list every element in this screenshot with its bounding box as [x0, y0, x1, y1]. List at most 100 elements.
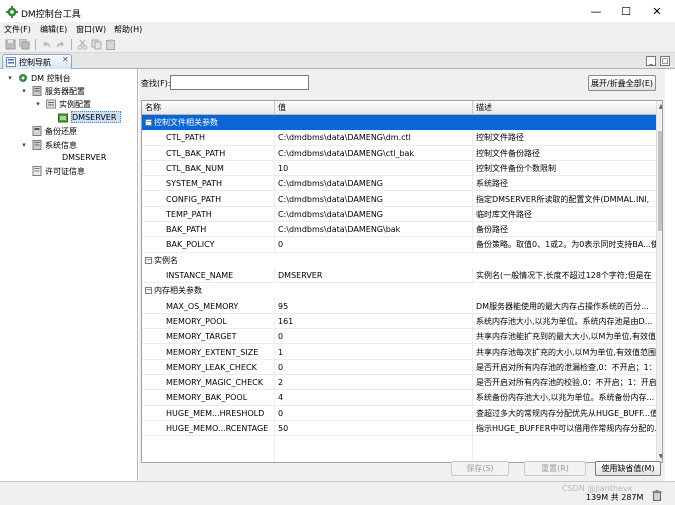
param-value-cell[interactable]: 2 [276, 375, 471, 390]
group-row[interactable]: − 内存相关参数 [142, 283, 656, 299]
param-value-cell[interactable]: 0 [276, 360, 471, 375]
collapse-icon[interactable]: ▾ [20, 141, 28, 149]
table-row[interactable]: BAK_POLICY 0 备份策略。取值0、1或2。为0表示同时支持BA...使 [142, 237, 656, 253]
use-default-button[interactable]: 使用缺省值(M) [595, 461, 661, 476]
copy-icon[interactable] [91, 39, 102, 50]
table-row[interactable]: HUGE_MEM...HRESHOLD 0 查超过多大的常规内存分配优先从HUGE_… [142, 406, 656, 421]
column-header-value[interactable]: 值 [275, 101, 473, 115]
tree-node-instance-config[interactable]: ▾ 实例配置 [34, 98, 136, 110]
param-value-cell[interactable]: 0 [276, 406, 471, 421]
trash-icon[interactable] [652, 490, 662, 501]
param-value-cell[interactable]: 10 [276, 161, 471, 176]
menu-help[interactable]: 帮助(H) [114, 24, 142, 35]
param-name-cell: BAK_POLICY [166, 240, 215, 250]
param-value-cell[interactable]: C:\dmdbms\data\DAMENG\ctl_bak [276, 146, 471, 161]
vertical-scrollbar[interactable]: ▲ ▼ [656, 101, 662, 462]
table-row[interactable]: CTL_PATH C:\dmdbms\data\DAMENG\dm.ctl 控制文件… [142, 130, 656, 146]
param-value-cell[interactable]: C:\dmdbms\data\DAMENG [276, 192, 471, 207]
param-desc-cell: 共享内存池每次扩充的大小,以M为单位,有效值范围 [476, 347, 656, 357]
group-collapse-icon[interactable]: − [145, 119, 152, 126]
properties-panel: 查找(F): 展开/折叠全部(E) 名称 值 描述 − 控制文件相关参数 CTL_P… [139, 69, 665, 481]
table-row[interactable]: MEMORY_MAGIC_CHECK 2 是否开启对所有内存池的校验,0：不开启；1… [142, 375, 656, 391]
tree-node-console[interactable]: ▾ DM 控制台 [6, 72, 136, 84]
table-row[interactable]: BAK_PATH C:\dmdbms\data\DAMENG\bak 备份路径 [142, 222, 656, 238]
param-desc-cell: 控制文件备份路径 [476, 148, 540, 158]
table-row[interactable]: MEMORY_BAK_POOL 4 系统备份内存池大小,以兆为单位。系统备份内存..… [142, 390, 656, 406]
group-collapse-icon[interactable]: − [145, 256, 152, 264]
menu-window[interactable]: 窗口(W) [76, 24, 106, 35]
scrollbar-thumb[interactable] [658, 131, 662, 231]
table-row[interactable]: CTL_BAK_NUM 10 控制文件备份个数限制 [142, 161, 656, 177]
param-value-cell[interactable]: 4 [276, 390, 471, 405]
column-header-name[interactable]: 名称 [142, 101, 275, 115]
tree-label: 许可证信息 [45, 167, 85, 176]
param-name-cell: CTL_BAK_NUM [166, 163, 224, 173]
group-title: 控制文件相关参数 [154, 118, 218, 127]
tab-strip: 控制导航 ✕ _ □ [0, 53, 675, 69]
table-row[interactable]: MEMORY_POOL 161 系统内存池大小,以兆为单位。系统内存池是由D... [142, 314, 656, 330]
tree-node-sysinfo[interactable]: ▾ 系统信息 [20, 139, 136, 151]
tab-control-navigation[interactable]: 控制导航 ✕ [2, 54, 72, 69]
table-row[interactable]: MAX_OS_MEMORY 95 DM服务器能使用的最大内存占操作系统的百分... [142, 299, 656, 314]
param-value-cell[interactable]: C:\dmdbms\data\DAMENG [276, 207, 471, 222]
search-input[interactable] [170, 75, 309, 90]
tab-close-icon[interactable]: ✕ [62, 55, 69, 64]
table-row[interactable]: MEMORY_TARGET 0 共享内存池能扩充到的最大大小,以M为单位,有效值 [142, 329, 656, 345]
cut-icon[interactable] [77, 39, 88, 50]
param-value-cell[interactable]: 95 [276, 299, 471, 314]
close-button[interactable]: ✕ [643, 3, 671, 21]
table-row[interactable]: CTL_BAK_PATH C:\dmdbms\data\DAMENG\ctl_ba… [142, 146, 656, 161]
param-value-cell[interactable]: 0 [276, 329, 471, 344]
scroll-down-icon[interactable]: ▼ [657, 453, 662, 461]
table-row[interactable]: INSTANCE_NAME DMSERVER 实例名(一般情况下,长度不超过128个… [142, 268, 656, 284]
group-row[interactable]: − 实例名 [142, 252, 656, 268]
param-desc-cell: 备份策略。取值0、1或2。为0表示同时支持BA...使 [476, 240, 656, 250]
collapse-icon[interactable]: ▾ [20, 87, 28, 95]
menu-edit[interactable]: 编辑(E) [40, 24, 67, 35]
search-label: 查找(F): [141, 79, 171, 88]
panel-minimize-button[interactable]: _ [646, 56, 656, 66]
tree-node-backup[interactable]: 备份还原 [20, 125, 136, 137]
panel-maximize-button[interactable]: □ [660, 56, 670, 66]
collapse-icon[interactable]: ▾ [34, 100, 42, 108]
maximize-button[interactable]: ☐ [612, 3, 640, 21]
tree-label: 备份还原 [45, 127, 77, 136]
table-row[interactable]: CONFIG_PATH C:\dmdbms\data\DAMENG 指定DMSERV… [142, 192, 656, 207]
save-button[interactable]: 保存(S) [451, 461, 509, 476]
param-desc-cell: 控制文件备份个数限制 [476, 163, 556, 173]
group-row[interactable]: − 控制文件相关参数 [142, 115, 656, 130]
param-value-cell[interactable]: 50 [276, 421, 471, 436]
tree-node-dmserver-instance[interactable]: DMSERVER [58, 112, 136, 124]
param-value-cell[interactable]: DMSERVER [276, 268, 471, 283]
param-value-cell[interactable]: C:\dmdbms\data\DAMENG [276, 176, 471, 191]
group-collapse-icon[interactable]: − [145, 287, 152, 295]
param-value-cell[interactable]: 1 [276, 345, 471, 360]
expand-collapse-all-button[interactable]: 展开/折叠全部(E) [588, 75, 656, 91]
table-row[interactable]: SYSTEM_PATH C:\dmdbms\data\DAMENG 系统路径 [142, 176, 656, 192]
param-value-cell[interactable]: 161 [276, 314, 471, 329]
table-row[interactable]: MEMORY_EXTENT_SIZE 1 共享内存池每次扩充的大小,以M为单位,有效… [142, 345, 656, 360]
collapse-icon[interactable]: ▾ [6, 74, 14, 82]
tree-node-server-config[interactable]: ▾ 服务器配置 [20, 85, 136, 97]
paste-icon[interactable] [105, 39, 116, 50]
tree-node-dmserver-info[interactable]: DMSERVER [46, 152, 136, 164]
group-title: 实例名 [154, 255, 178, 265]
save-icon[interactable] [5, 39, 16, 50]
menu-file[interactable]: 文件(F) [4, 24, 31, 35]
table-row[interactable]: HUGE_MEMO...RCENTAGE 50 指示HUGE_BUFFER中可以借用… [142, 421, 656, 437]
tree-node-license[interactable]: 许可证信息 [20, 165, 136, 177]
scroll-up-icon[interactable]: ▲ [657, 103, 662, 111]
redo-icon[interactable] [55, 39, 66, 50]
column-header-desc[interactable]: 描述 [473, 101, 656, 115]
param-value-cell[interactable]: C:\dmdbms\data\DAMENG\bak [276, 222, 471, 237]
minimize-button[interactable]: — [582, 3, 610, 21]
menu-bar: 文件(F) 编辑(E) 窗口(W) 帮助(H) [0, 22, 675, 36]
table-row[interactable]: MEMORY_LEAK_CHECK 0 是否开启对所有内存池的泄漏检查,0：不开启；… [142, 360, 656, 376]
save-all-icon[interactable] [19, 39, 30, 50]
param-value-cell[interactable]: 0 [276, 237, 471, 252]
reset-button[interactable]: 重置(R) [524, 461, 586, 476]
undo-icon[interactable] [41, 39, 52, 50]
table-row[interactable]: TEMP_PATH C:\dmdbms\data\DAMENG 临时库文件路径 [142, 207, 656, 223]
tree-label: 服务器配置 [45, 87, 85, 96]
param-value-cell[interactable]: C:\dmdbms\data\DAMENG\dm.ctl [276, 130, 471, 145]
